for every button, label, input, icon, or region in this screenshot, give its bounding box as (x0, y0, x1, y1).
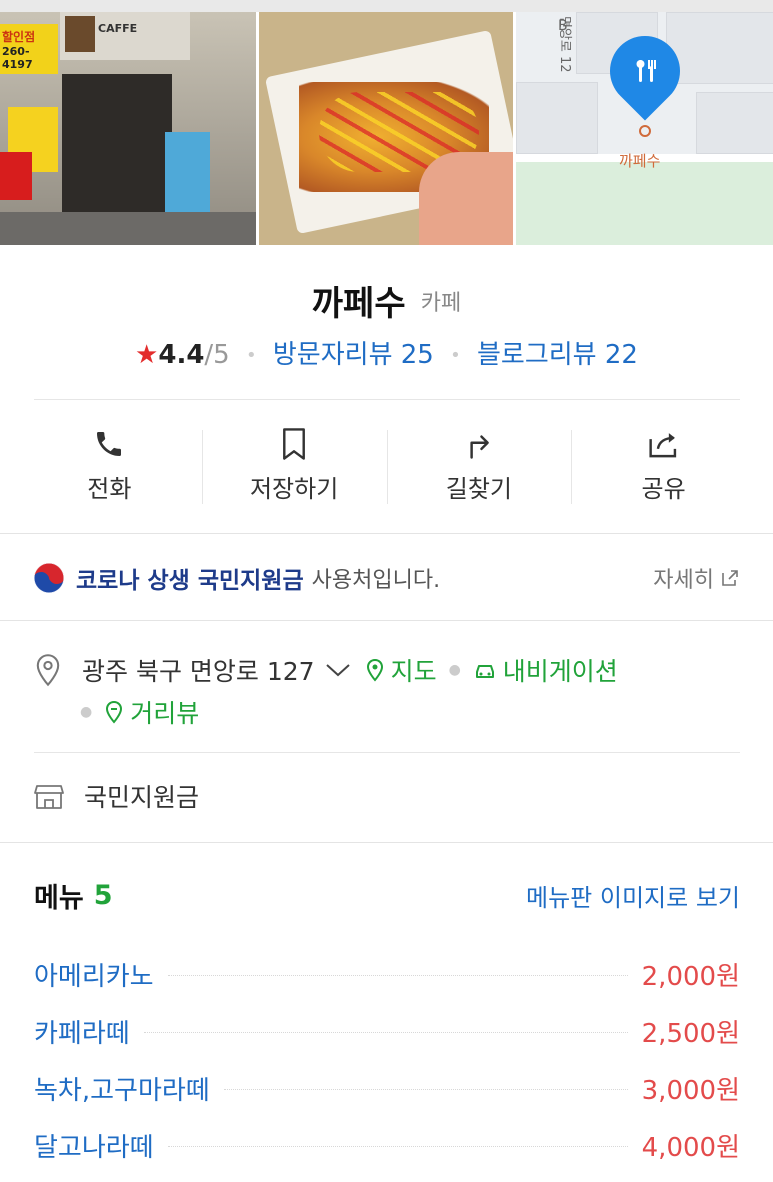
address-text[interactable]: 광주 북구 면앙로 127 (82, 652, 315, 688)
menu-item-name: 아메리카노 (34, 962, 154, 992)
menu-item-name: 녹차,고구마라떼 (34, 1076, 210, 1106)
divider (0, 533, 773, 534)
call-label: 전화 (87, 474, 132, 503)
menu-board-link[interactable]: 메뉴판 이미지로 보기 (526, 878, 740, 913)
navigation-link-label: 내비게이션 (502, 657, 618, 686)
support-detail-link[interactable]: 자세히 (653, 562, 740, 594)
separator-dot: ● (448, 662, 461, 678)
map-place-label: 까페수 (619, 152, 661, 170)
blog-reviews-link[interactable]: 블로그리뷰 22 (477, 340, 638, 370)
map-link[interactable]: 지도 (365, 652, 437, 688)
facility-text: 국민지원금 (84, 783, 200, 812)
map-pin-dot (639, 125, 651, 137)
menu-title: 메뉴 (34, 883, 84, 914)
map-block (516, 82, 598, 154)
menu-item-leader (167, 974, 628, 976)
call-button[interactable]: 전화 (17, 418, 202, 510)
store-red-sign (0, 152, 32, 200)
save-button[interactable]: 저장하기 (201, 418, 387, 510)
bookmark-icon (279, 425, 309, 463)
store-door (62, 74, 172, 214)
map-link-label: 지도 (390, 657, 437, 686)
place-name: 까페수 (311, 284, 406, 324)
support-detail-label: 자세히 (653, 568, 714, 593)
cutlery-icon (631, 56, 661, 86)
menu-item-leader (143, 1031, 628, 1033)
divider (0, 842, 773, 843)
rating-value: 4.4 (158, 340, 205, 370)
save-label: 저장하기 (249, 474, 339, 503)
street-view-icon (106, 700, 123, 724)
rating-max: /5 (204, 340, 230, 370)
external-link-icon (722, 570, 738, 586)
store-sign: 할인점 260-4197 (0, 24, 58, 74)
place-title-row: 까페수 카페 (0, 276, 773, 325)
location-pin-icon (36, 654, 60, 687)
photo-strip: CAFFE 할인점 260-4197 B 면앙로 12 까페수 (0, 12, 773, 245)
menu-item[interactable]: 카페라떼 2,500원 (34, 1003, 740, 1060)
storefront-photo[interactable]: CAFFE 할인점 260-4197 (0, 12, 256, 245)
separator-dot: ● (80, 704, 93, 720)
hand (419, 152, 513, 245)
store-logo (65, 16, 95, 52)
directions-icon (464, 425, 494, 463)
separator-dot: • (450, 345, 461, 366)
store-floor (0, 212, 256, 245)
separator-dot: • (246, 345, 257, 366)
support-fund-row: 코로나 상생 국민지원금 사용처입니다. 자세히 (34, 558, 740, 598)
menu-item[interactable]: 녹차,고구마라떼 3,000원 (34, 1060, 740, 1117)
share-icon (647, 425, 681, 463)
phone-icon (93, 425, 125, 463)
menu-item-name: 카페라떼 (34, 1019, 130, 1049)
map-block (696, 92, 773, 154)
menu-list: 아메리카노 2,000원 카페라떼 2,500원 녹차,고구마라떼 3,000원… (34, 946, 740, 1174)
action-bar: 전화 저장하기 길찾기 공유 (17, 418, 756, 510)
food-photo[interactable] (259, 12, 513, 245)
support-fund-title: 코로나 상생 국민지원금 (76, 568, 304, 594)
chevron-down-icon[interactable] (325, 662, 351, 678)
menu-item-leader (167, 1145, 628, 1147)
menu-item-leader (223, 1088, 628, 1090)
menu-count: 5 (93, 880, 113, 911)
store-sign-phone: 260-4197 (2, 45, 33, 71)
facility-row: 국민지원금 (34, 774, 199, 818)
divider (0, 620, 773, 621)
navigation-link[interactable]: 내비게이션 (473, 652, 618, 688)
support-fund-text: 사용처입니다. (311, 568, 441, 593)
street-view-label: 거리뷰 (130, 699, 200, 728)
star-icon: ★ (135, 340, 159, 370)
menu-item-price: 3,000원 (641, 1076, 740, 1106)
place-category: 카페 (420, 290, 462, 316)
map-street-label: 면앙로 12 (557, 16, 572, 73)
store-icon (34, 785, 64, 809)
share-button[interactable]: 공유 (571, 418, 756, 510)
divider (34, 752, 740, 753)
street-view-row: ● 거리뷰 (80, 692, 199, 732)
address-row: 광주 북구 면앙로 127 지도 ● 내비게이션 (34, 648, 740, 692)
car-icon (475, 665, 494, 678)
directions-label: 길찾기 (445, 474, 512, 503)
map-thumbnail[interactable]: B 면앙로 12 까페수 (516, 12, 773, 245)
directions-button[interactable]: 길찾기 (386, 418, 572, 510)
street-view-link[interactable]: 거리뷰 (104, 694, 199, 730)
store-sign-text: 할인점 (2, 30, 36, 44)
share-label: 공유 (641, 474, 686, 503)
status-strip (0, 0, 773, 12)
visitor-reviews-link[interactable]: 방문자리뷰 25 (273, 340, 434, 370)
menu-header: 메뉴 5 메뉴판 이미지로 보기 (34, 876, 740, 915)
menu-item-price: 4,000원 (641, 1133, 740, 1163)
map-park (516, 162, 773, 245)
map-block (666, 12, 773, 84)
menu-item[interactable]: 달고나라떼 4,000원 (34, 1117, 740, 1174)
menu-item-name: 달고나라떼 (34, 1133, 154, 1163)
store-cafe-text: CAFFE (98, 22, 138, 35)
rating-row: ★4.4/5 • 방문자리뷰 25 • 블로그리뷰 22 (0, 334, 773, 371)
map-pin-icon (366, 658, 383, 682)
menu-item-price: 2,000원 (641, 962, 740, 992)
menu-item-price: 2,500원 (641, 1019, 740, 1049)
menu-item[interactable]: 아메리카노 2,000원 (34, 946, 740, 1003)
divider (34, 399, 740, 400)
korea-emblem-icon (34, 563, 64, 593)
